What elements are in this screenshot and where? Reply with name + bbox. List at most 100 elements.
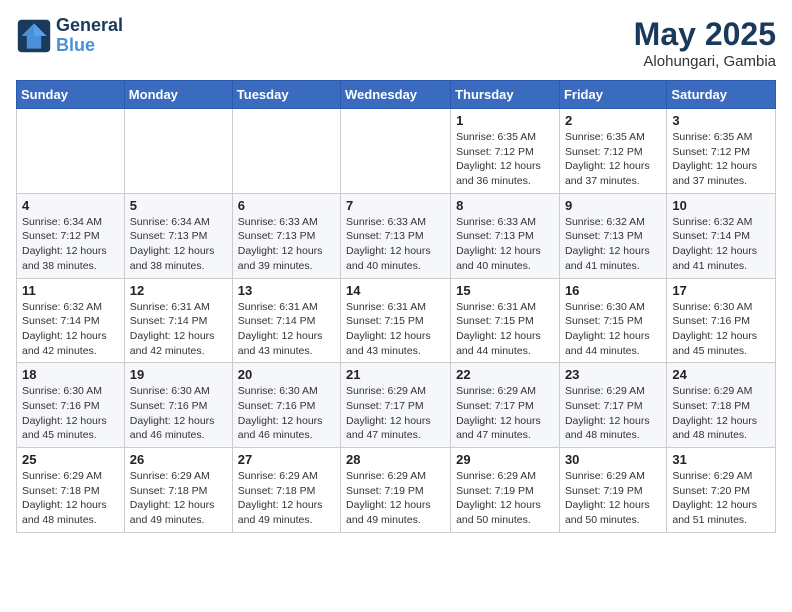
day-detail: Sunrise: 6:30 AM Sunset: 7:16 PM Dayligh… [22, 384, 119, 443]
col-saturday: Saturday [667, 81, 776, 109]
day-number: 27 [238, 452, 335, 467]
month-year: May 2025 [634, 16, 776, 53]
day-number: 12 [130, 283, 227, 298]
page: General Blue May 2025 Alohungari, Gambia… [0, 0, 792, 549]
day-number: 24 [672, 367, 770, 382]
day-number: 3 [672, 113, 770, 128]
table-row: 4Sunrise: 6:34 AM Sunset: 7:12 PM Daylig… [17, 193, 125, 278]
day-detail: Sunrise: 6:29 AM Sunset: 7:19 PM Dayligh… [565, 469, 661, 528]
table-row: 3Sunrise: 6:35 AM Sunset: 7:12 PM Daylig… [667, 109, 776, 194]
day-detail: Sunrise: 6:32 AM Sunset: 7:14 PM Dayligh… [672, 215, 770, 274]
day-detail: Sunrise: 6:29 AM Sunset: 7:18 PM Dayligh… [130, 469, 227, 528]
day-detail: Sunrise: 6:32 AM Sunset: 7:13 PM Dayligh… [565, 215, 661, 274]
day-detail: Sunrise: 6:34 AM Sunset: 7:13 PM Dayligh… [130, 215, 227, 274]
day-detail: Sunrise: 6:31 AM Sunset: 7:14 PM Dayligh… [238, 300, 335, 359]
table-row: 1 Sunrise: 6:35 AM Sunset: 7:12 PM Daylig… [451, 109, 560, 194]
day-number: 8 [456, 198, 554, 213]
day-number: 17 [672, 283, 770, 298]
day-detail: Sunrise: 6:29 AM Sunset: 7:18 PM Dayligh… [672, 384, 770, 443]
table-row: 2 Sunrise: 6:35 AM Sunset: 7:12 PM Daylig… [559, 109, 666, 194]
day-detail: Sunrise: 6:30 AM Sunset: 7:16 PM Dayligh… [672, 300, 770, 359]
day-number: 22 [456, 367, 554, 382]
day-number: 18 [22, 367, 119, 382]
day-number: 11 [22, 283, 119, 298]
day-number: 15 [456, 283, 554, 298]
day-number: 2 [565, 113, 661, 128]
title-block: May 2025 Alohungari, Gambia [634, 16, 776, 70]
location: Alohungari, Gambia [634, 53, 776, 70]
table-row: 28 Sunrise: 6:29 AM Sunset: 7:19 PM Dayli… [341, 448, 451, 533]
table-row: 23 Sunrise: 6:29 AM Sunset: 7:17 PM Dayli… [559, 363, 666, 448]
table-row: 7 Sunrise: 6:33 AM Sunset: 7:13 PM Daylig… [341, 193, 451, 278]
day-number: 1 [456, 113, 554, 128]
col-thursday: Thursday [451, 81, 560, 109]
logo-line1: General [56, 16, 123, 36]
week-row-2: 4Sunrise: 6:34 AM Sunset: 7:12 PM Daylig… [17, 193, 776, 278]
day-detail: Sunrise: 6:29 AM Sunset: 7:19 PM Dayligh… [456, 469, 554, 528]
table-row: 13Sunrise: 6:31 AM Sunset: 7:14 PM Dayli… [232, 278, 340, 363]
day-detail: Sunrise: 6:30 AM Sunset: 7:15 PM Dayligh… [565, 300, 661, 359]
table-row: 10 Sunrise: 6:32 AM Sunset: 7:14 PM Dayli… [667, 193, 776, 278]
table-row [124, 109, 232, 194]
day-number: 5 [130, 198, 227, 213]
day-detail: Sunrise: 6:29 AM Sunset: 7:20 PM Dayligh… [672, 469, 770, 528]
day-number: 25 [22, 452, 119, 467]
day-detail: Sunrise: 6:34 AM Sunset: 7:12 PM Dayligh… [22, 215, 119, 274]
day-detail: Sunrise: 6:35 AM Sunset: 7:12 PM Dayligh… [456, 130, 554, 189]
day-detail: Sunrise: 6:33 AM Sunset: 7:13 PM Dayligh… [238, 215, 335, 274]
day-number: 10 [672, 198, 770, 213]
day-number: 16 [565, 283, 661, 298]
day-detail: Sunrise: 6:33 AM Sunset: 7:13 PM Dayligh… [456, 215, 554, 274]
col-friday: Friday [559, 81, 666, 109]
day-number: 7 [346, 198, 445, 213]
day-detail: Sunrise: 6:29 AM Sunset: 7:17 PM Dayligh… [346, 384, 445, 443]
col-sunday: Sunday [17, 81, 125, 109]
day-number: 19 [130, 367, 227, 382]
day-detail: Sunrise: 6:30 AM Sunset: 7:16 PM Dayligh… [238, 384, 335, 443]
table-row: 21Sunrise: 6:29 AM Sunset: 7:17 PM Dayli… [341, 363, 451, 448]
table-row: 25 Sunrise: 6:29 AM Sunset: 7:18 PM Dayli… [17, 448, 125, 533]
week-row-1: 1 Sunrise: 6:35 AM Sunset: 7:12 PM Daylig… [17, 109, 776, 194]
table-row: 5 Sunrise: 6:34 AM Sunset: 7:13 PM Daylig… [124, 193, 232, 278]
table-row: 14Sunrise: 6:31 AM Sunset: 7:15 PM Dayli… [341, 278, 451, 363]
logo-text: General Blue [56, 16, 123, 56]
day-detail: Sunrise: 6:29 AM Sunset: 7:17 PM Dayligh… [565, 384, 661, 443]
day-number: 30 [565, 452, 661, 467]
table-row [17, 109, 125, 194]
day-detail: Sunrise: 6:35 AM Sunset: 7:12 PM Dayligh… [565, 130, 661, 189]
table-row: 15 Sunrise: 6:31 AM Sunset: 7:15 PM Dayli… [451, 278, 560, 363]
logo-icon [16, 18, 52, 54]
table-row: 8 Sunrise: 6:33 AM Sunset: 7:13 PM Daylig… [451, 193, 560, 278]
day-detail: Sunrise: 6:29 AM Sunset: 7:18 PM Dayligh… [238, 469, 335, 528]
day-number: 28 [346, 452, 445, 467]
day-detail: Sunrise: 6:33 AM Sunset: 7:13 PM Dayligh… [346, 215, 445, 274]
header: General Blue May 2025 Alohungari, Gambia [16, 16, 776, 70]
day-detail: Sunrise: 6:29 AM Sunset: 7:18 PM Dayligh… [22, 469, 119, 528]
day-detail: Sunrise: 6:30 AM Sunset: 7:16 PM Dayligh… [130, 384, 227, 443]
col-monday: Monday [124, 81, 232, 109]
day-number: 23 [565, 367, 661, 382]
day-number: 6 [238, 198, 335, 213]
day-detail: Sunrise: 6:29 AM Sunset: 7:17 PM Dayligh… [456, 384, 554, 443]
table-row: 18 Sunrise: 6:30 AM Sunset: 7:16 PM Dayli… [17, 363, 125, 448]
col-tuesday: Tuesday [232, 81, 340, 109]
table-row: 26Sunrise: 6:29 AM Sunset: 7:18 PM Dayli… [124, 448, 232, 533]
table-row: 17 Sunrise: 6:30 AM Sunset: 7:16 PM Dayli… [667, 278, 776, 363]
table-row: 20Sunrise: 6:30 AM Sunset: 7:16 PM Dayli… [232, 363, 340, 448]
table-row [341, 109, 451, 194]
day-number: 31 [672, 452, 770, 467]
col-wednesday: Wednesday [341, 81, 451, 109]
logo: General Blue [16, 16, 123, 56]
table-row: 24 Sunrise: 6:29 AM Sunset: 7:18 PM Dayli… [667, 363, 776, 448]
day-detail: Sunrise: 6:31 AM Sunset: 7:15 PM Dayligh… [456, 300, 554, 359]
day-detail: Sunrise: 6:31 AM Sunset: 7:15 PM Dayligh… [346, 300, 445, 359]
day-detail: Sunrise: 6:32 AM Sunset: 7:14 PM Dayligh… [22, 300, 119, 359]
header-row: Sunday Monday Tuesday Wednesday Thursday… [17, 81, 776, 109]
day-detail: Sunrise: 6:29 AM Sunset: 7:19 PM Dayligh… [346, 469, 445, 528]
table-row: 27 Sunrise: 6:29 AM Sunset: 7:18 PM Dayli… [232, 448, 340, 533]
table-row: 12Sunrise: 6:31 AM Sunset: 7:14 PM Dayli… [124, 278, 232, 363]
week-row-5: 25 Sunrise: 6:29 AM Sunset: 7:18 PM Dayli… [17, 448, 776, 533]
table-row: 31 Sunrise: 6:29 AM Sunset: 7:20 PM Dayli… [667, 448, 776, 533]
table-row: 9Sunrise: 6:32 AM Sunset: 7:13 PM Daylig… [559, 193, 666, 278]
table-row [232, 109, 340, 194]
